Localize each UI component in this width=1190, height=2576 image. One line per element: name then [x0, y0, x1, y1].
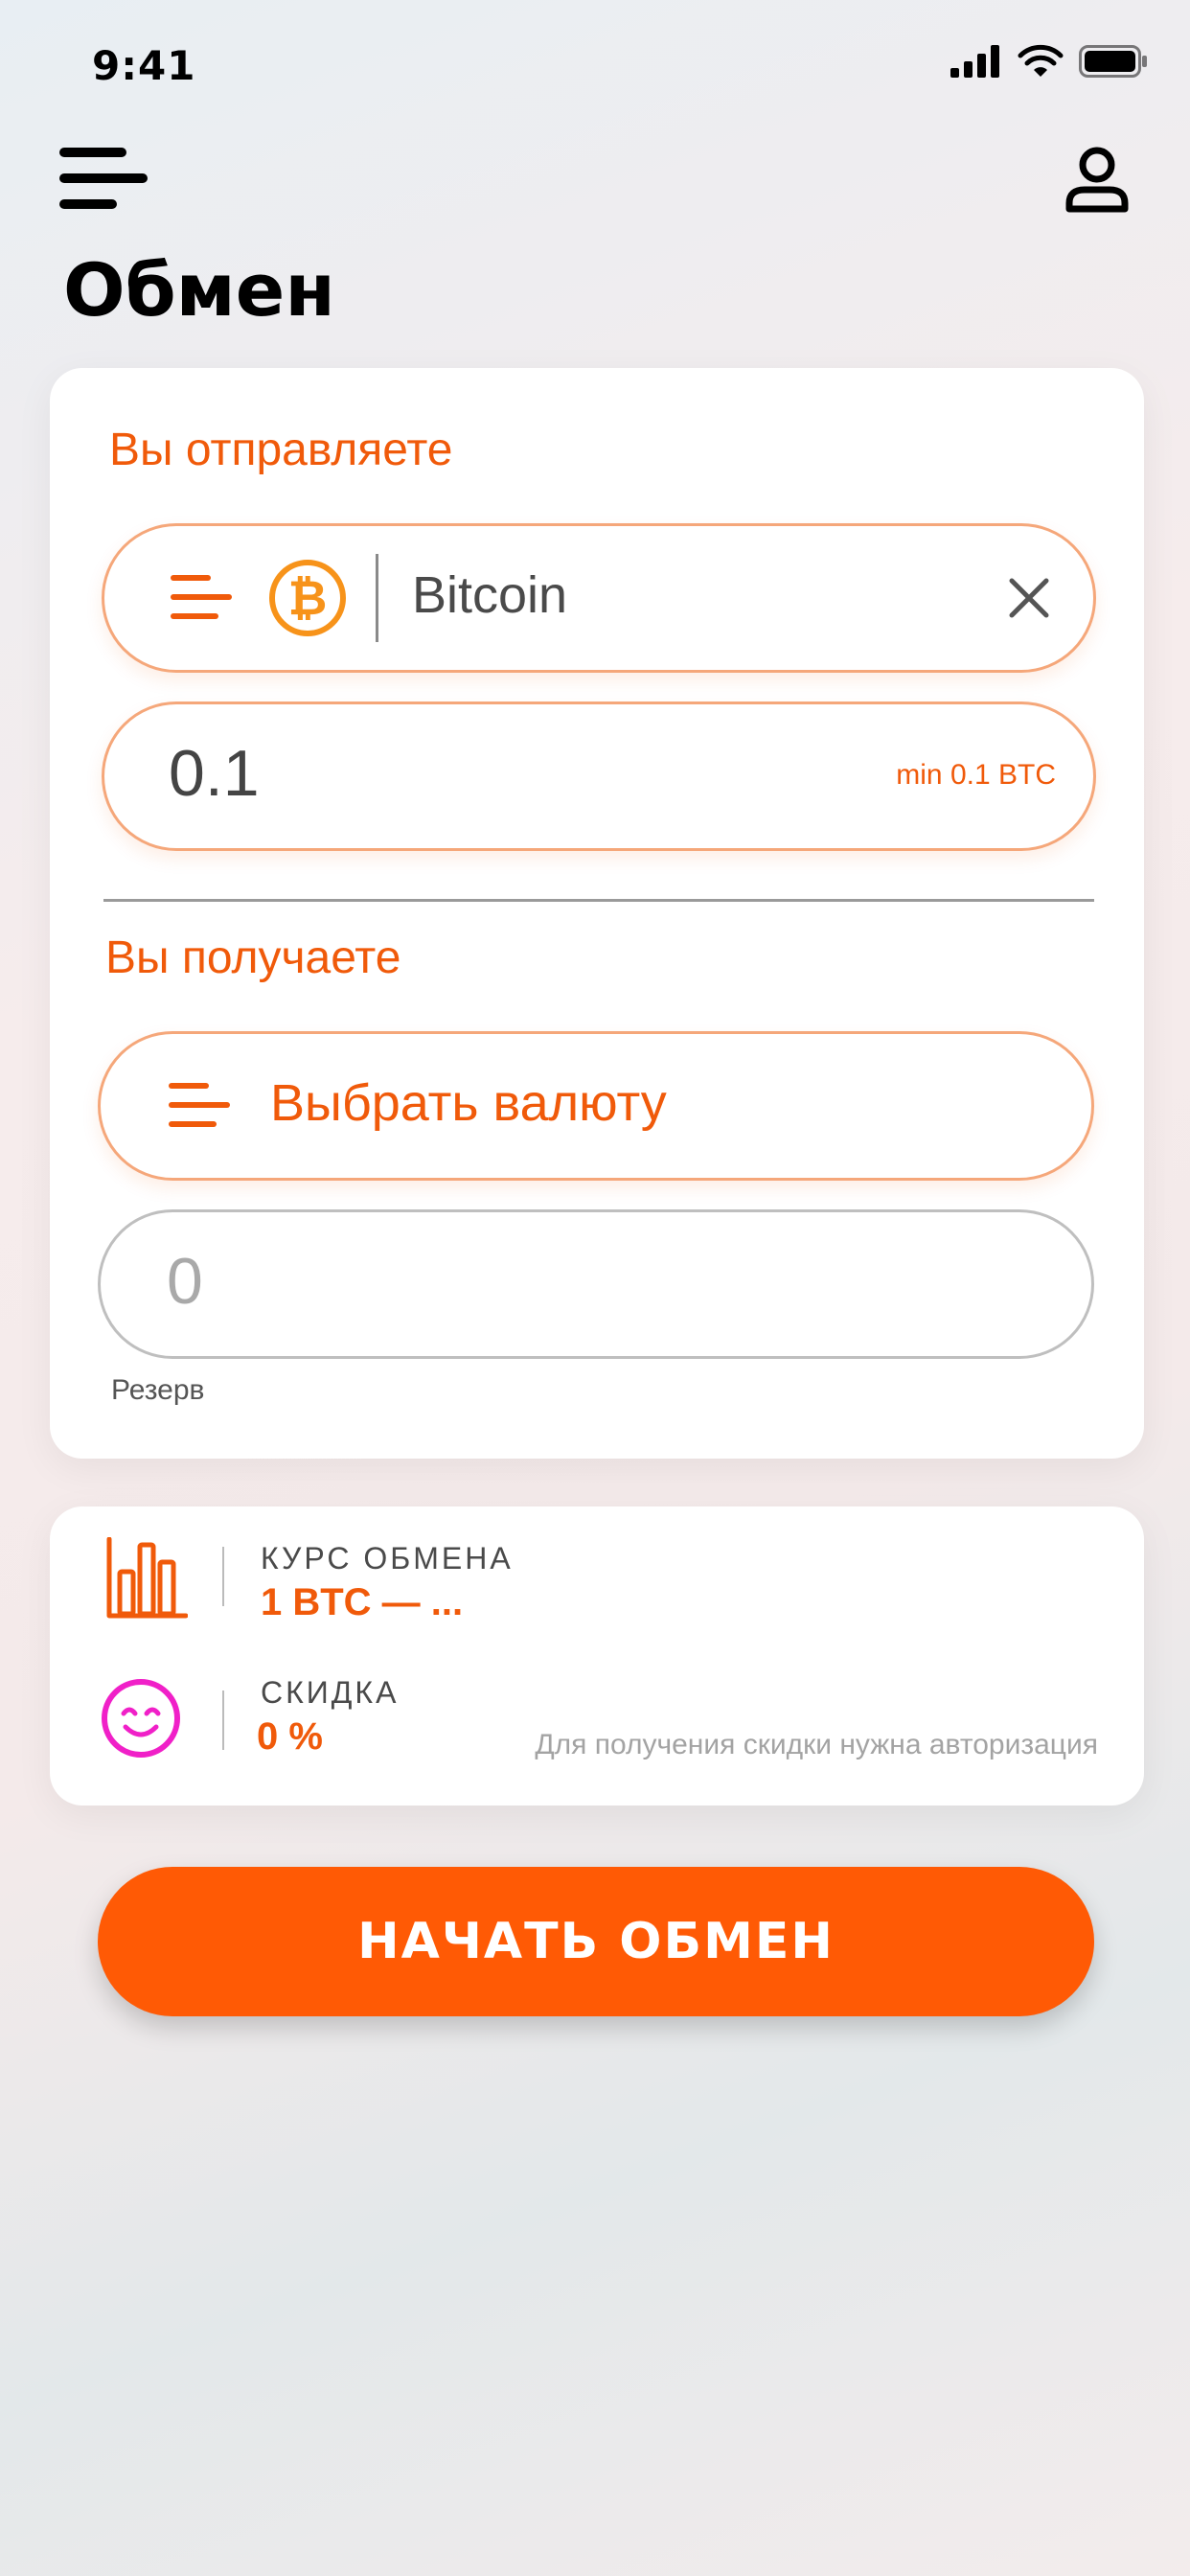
- rate-divider: [222, 1547, 224, 1606]
- rate-label: КУРС ОБМЕНА: [261, 1541, 514, 1576]
- start-exchange-button[interactable]: НАЧАТЬ ОБМЕН: [98, 1867, 1094, 2016]
- currency-divider: [376, 554, 378, 642]
- close-icon[interactable]: [1008, 577, 1050, 619]
- receive-label: Вы получаете: [105, 932, 401, 983]
- bar-chart-icon: [106, 1537, 188, 1619]
- receive-amount-input[interactable]: [98, 1209, 1094, 1359]
- receive-amount-value: 0: [167, 1245, 203, 1318]
- menu-button[interactable]: [59, 144, 151, 213]
- section-divider: [103, 899, 1094, 902]
- discount-label: СКИДКА: [261, 1675, 400, 1710]
- send-min-hint: min 0.1 BTC: [896, 759, 1056, 791]
- discount-value: 0 %: [257, 1715, 323, 1758]
- profile-button[interactable]: [1064, 146, 1131, 215]
- svg-text:₿: ₿: [288, 570, 328, 626]
- page-title: Обмен: [63, 247, 335, 333]
- receive-currency-placeholder: Выбрать валюту: [270, 1074, 667, 1132]
- rate-value: 1 BTC — ...: [261, 1581, 464, 1623]
- wifi-icon: [1018, 44, 1064, 77]
- status-icons: [950, 44, 1148, 79]
- user-icon: [1065, 147, 1129, 213]
- menu-icon: [59, 148, 148, 209]
- send-amount-value: 0.1: [169, 737, 260, 810]
- discount-note: Для получения скидки нужна авторизация: [535, 1729, 1098, 1760]
- send-currency-name: Bitcoin: [412, 566, 568, 624]
- discount-divider: [222, 1690, 224, 1750]
- list-icon: [169, 1083, 230, 1127]
- signal-icon: [950, 45, 999, 78]
- send-currency-select[interactable]: [102, 523, 1096, 673]
- status-time: 9:41: [92, 42, 196, 89]
- list-icon: [171, 575, 232, 619]
- reserve-label: Резерв: [111, 1374, 205, 1406]
- bitcoin-icon: ₿: [269, 560, 346, 636]
- battery-icon: [1079, 45, 1147, 78]
- send-label: Вы отправляете: [109, 425, 453, 475]
- smiley-icon: [102, 1679, 180, 1758]
